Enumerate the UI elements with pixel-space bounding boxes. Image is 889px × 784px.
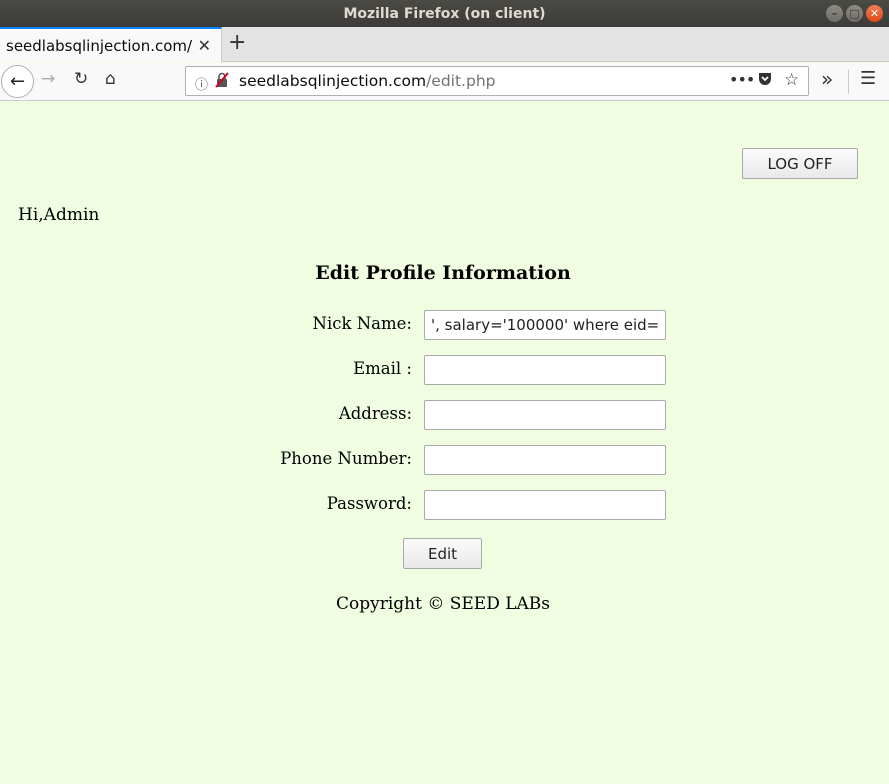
back-arrow-icon[interactable]: ←: [1, 65, 34, 98]
url-bar[interactable]: ⓘ seedlabsqlinjection.com/edit.php ••• ☆: [185, 66, 809, 96]
pocket-icon[interactable]: [757, 71, 773, 91]
window-controls: – □ ✕: [826, 5, 883, 22]
tab-strip: seedlabsqlinjection.com/ ✕ +: [0, 27, 889, 62]
copyright-text: Copyright © SEED LABs: [335, 594, 551, 614]
close-window-icon[interactable]: ✕: [866, 5, 883, 22]
edit-button[interactable]: Edit: [403, 538, 482, 569]
forward-arrow-icon[interactable]: →: [41, 69, 55, 89]
hamburger-menu-icon[interactable]: ☰: [860, 68, 876, 89]
form-title: Edit Profile Information: [315, 262, 571, 284]
minimize-icon[interactable]: –: [826, 5, 843, 22]
bookmark-star-icon[interactable]: ☆: [784, 70, 799, 90]
site-info-icon[interactable]: ⓘ: [195, 74, 208, 93]
url-host: seedlabsqlinjection.com: [239, 72, 427, 90]
window-title: Mozilla Firefox (on client): [343, 5, 546, 22]
email-input[interactable]: [424, 355, 666, 385]
reload-icon[interactable]: ↻: [74, 69, 88, 89]
password-label: Password:: [326, 494, 412, 513]
new-tab-icon[interactable]: +: [228, 30, 246, 55]
navigation-bar: ← → ↻ ⌂ ⓘ seedlabsqlinjection.com/edit.p…: [0, 63, 889, 101]
insecure-connection-icon[interactable]: [215, 72, 229, 92]
tab-title: seedlabsqlinjection.com/: [6, 36, 192, 55]
email-label: Email :: [353, 359, 412, 378]
password-input[interactable]: [424, 490, 666, 520]
page-actions-icon[interactable]: •••: [729, 70, 755, 89]
page-content: LOG OFF Hi,Admin Edit Profile Informatio…: [0, 102, 889, 784]
phone-number-label: Phone Number:: [280, 449, 412, 468]
phone-number-input[interactable]: [424, 445, 666, 475]
home-icon[interactable]: ⌂: [105, 69, 116, 89]
close-tab-icon[interactable]: ✕: [198, 36, 211, 55]
greeting-text: Hi,Admin: [18, 205, 100, 225]
toolbar-divider: [848, 70, 849, 94]
nickname-label: Nick Name:: [312, 314, 412, 333]
url-text[interactable]: seedlabsqlinjection.com/edit.php: [239, 72, 496, 90]
overflow-chevron-icon[interactable]: »: [821, 67, 833, 91]
logoff-button[interactable]: LOG OFF: [742, 148, 858, 179]
address-input[interactable]: [424, 400, 666, 430]
address-label: Address:: [338, 404, 412, 423]
tab-active[interactable]: seedlabsqlinjection.com/ ✕: [0, 27, 222, 62]
nickname-input[interactable]: [424, 310, 666, 340]
maximize-icon[interactable]: □: [846, 5, 863, 22]
url-path: /edit.php: [426, 72, 496, 90]
window-titlebar: Mozilla Firefox (on client) – □ ✕: [0, 0, 889, 27]
